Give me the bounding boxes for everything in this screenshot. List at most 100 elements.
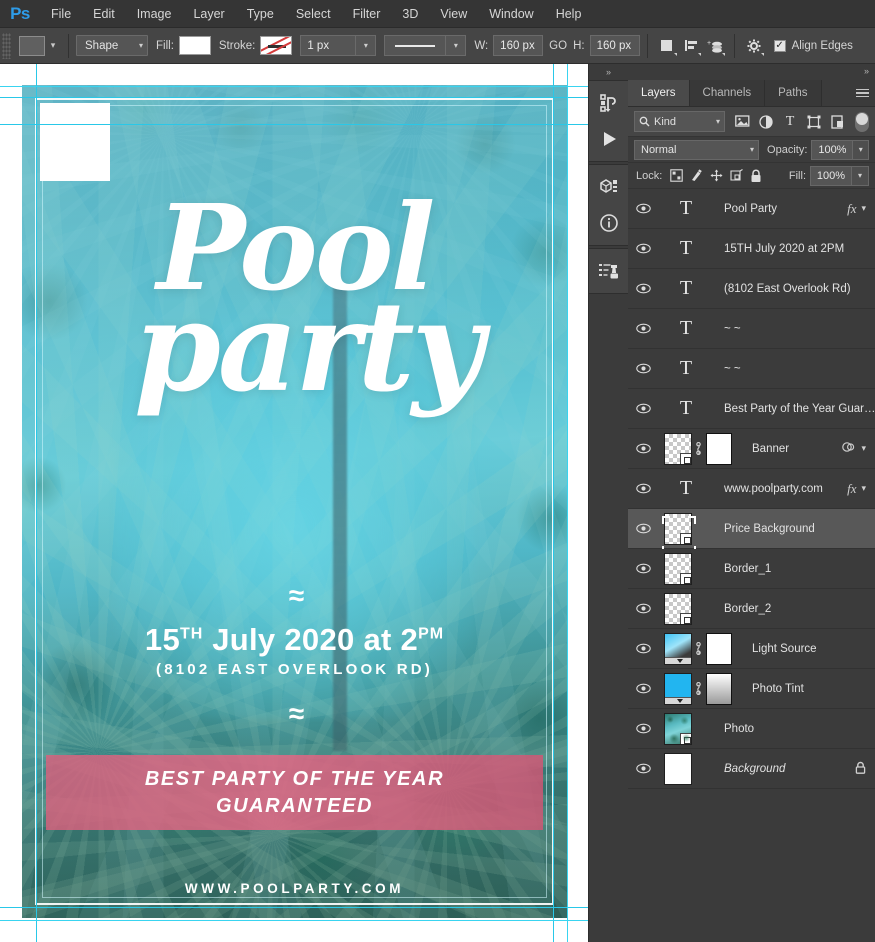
filter-smartobject-icon[interactable]: [827, 111, 849, 133]
menu-edit[interactable]: Edit: [82, 0, 126, 28]
link-icon[interactable]: [692, 442, 704, 455]
table-row[interactable]: Photo: [628, 709, 875, 749]
layer-name[interactable]: Border_2: [714, 603, 875, 615]
layer-mask-thumbnail[interactable]: [706, 432, 732, 465]
lock-image-pixels-icon[interactable]: [690, 169, 703, 182]
layer-thumbnail-group[interactable]: [658, 432, 742, 465]
menu-image[interactable]: Image: [126, 0, 183, 28]
table-row[interactable]: Border_1: [628, 549, 875, 589]
document-canvas[interactable]: Pool party ≈ 15TH July 2020 at 2PM (8102…: [0, 64, 588, 942]
menu-3d[interactable]: 3D: [391, 0, 429, 28]
menu-window[interactable]: Window: [478, 0, 544, 28]
tab-layers[interactable]: Layers: [628, 80, 690, 106]
dock-collapse-icon[interactable]: »: [589, 64, 628, 80]
layer-visibility-toggle[interactable]: [628, 283, 658, 294]
path-arrangement-icon[interactable]: +: [703, 35, 727, 57]
layer-visibility-toggle[interactable]: [628, 483, 658, 494]
align-edges-checkbox[interactable]: ✓ Align Edges: [773, 39, 853, 52]
tab-paths[interactable]: Paths: [765, 80, 822, 106]
layer-name[interactable]: Best Party of the Year Guar…: [714, 403, 875, 415]
solid-color-layer-thumbnail[interactable]: [664, 672, 692, 705]
lock-artboard-icon[interactable]: [730, 169, 744, 182]
guide-horizontal-bottom[interactable]: [0, 907, 588, 908]
menu-type[interactable]: Type: [236, 0, 285, 28]
layer-visibility-toggle[interactable]: [628, 723, 658, 734]
path-alignment-icon[interactable]: [679, 35, 703, 57]
lock-position-icon[interactable]: [710, 169, 723, 182]
tool-preset-chevron-down-icon[interactable]: ▾: [45, 36, 61, 56]
layer-name[interactable]: Border_1: [714, 563, 875, 575]
text-layer-thumbnail[interactable]: T: [658, 237, 714, 260]
opacity-value[interactable]: 100%: [811, 139, 854, 160]
layer-thumbnail-group[interactable]: [658, 512, 714, 554]
layer-name[interactable]: 15TH July 2020 at 2PM: [714, 243, 875, 255]
layer-thumbnail-group[interactable]: [658, 552, 714, 585]
layer-name[interactable]: ~ ~: [714, 363, 875, 375]
stroke-swatch-no-stroke-icon[interactable]: [260, 36, 293, 55]
layer-name[interactable]: Photo Tint: [742, 683, 875, 695]
table-row[interactable]: T Pool Party fx ▾: [628, 189, 875, 229]
layer-visibility-toggle[interactable]: [628, 603, 658, 614]
fill-chevron-down-icon[interactable]: ▾: [852, 165, 869, 186]
text-layer-thumbnail[interactable]: T: [658, 277, 714, 300]
gradient-layer-thumbnail[interactable]: [664, 632, 692, 665]
table-row[interactable]: T www.poolparty.com fx ▾: [628, 469, 875, 509]
link-dimensions-icon[interactable]: GO: [549, 40, 567, 52]
layer-visibility-toggle[interactable]: [628, 363, 658, 374]
layer-mask-thumbnail[interactable]: [706, 632, 732, 665]
shape-layer-thumbnail[interactable]: [664, 432, 692, 465]
fill-value[interactable]: 100%: [810, 165, 852, 186]
layer-name[interactable]: Photo: [714, 723, 875, 735]
flyer-pink-banner[interactable]: BEST PARTY OF THE YEAR GUARANTEED: [46, 755, 543, 830]
price-background-shape[interactable]: [40, 103, 110, 181]
text-layer-thumbnail[interactable]: T: [658, 477, 714, 500]
layer-visibility-toggle[interactable]: [628, 683, 658, 694]
height-input[interactable]: 160 px: [589, 35, 640, 56]
text-layer-thumbnail[interactable]: T: [658, 357, 714, 380]
table-row[interactable]: T ~ ~: [628, 349, 875, 389]
3d-icon[interactable]: [589, 169, 629, 205]
text-layer-thumbnail[interactable]: T: [658, 197, 714, 220]
panel-collapse-icon[interactable]: »: [864, 66, 869, 76]
lock-transparent-pixels-icon[interactable]: [670, 169, 684, 182]
opacity-chevron-down-icon[interactable]: ▾: [853, 139, 869, 160]
table-row[interactable]: Background: [628, 749, 875, 789]
menu-help[interactable]: Help: [545, 0, 593, 28]
smart-object-layer-thumbnail[interactable]: [664, 712, 692, 745]
shape-layer-thumbnail[interactable]: [664, 512, 692, 545]
layer-mask-thumbnail[interactable]: [706, 672, 732, 705]
filter-toggle[interactable]: [855, 111, 869, 132]
menu-view[interactable]: View: [429, 0, 478, 28]
fill-swatch[interactable]: [178, 36, 211, 55]
filter-shape-icon[interactable]: [803, 111, 825, 133]
gear-icon[interactable]: [742, 35, 766, 57]
layer-name[interactable]: www.poolparty.com: [714, 483, 847, 495]
fx-icon[interactable]: fx: [847, 201, 856, 217]
filter-type-icon[interactable]: T: [779, 111, 801, 133]
layer-visibility-toggle[interactable]: [628, 243, 658, 254]
layer-effects-icon[interactable]: [842, 440, 856, 458]
chevron-down-icon[interactable]: ▾: [861, 203, 866, 214]
table-row[interactable]: Border_2: [628, 589, 875, 629]
layer-visibility-toggle[interactable]: [628, 763, 658, 774]
layer-visibility-toggle[interactable]: [628, 323, 658, 334]
table-row[interactable]: T 15TH July 2020 at 2PM: [628, 229, 875, 269]
width-input[interactable]: 160 px: [493, 35, 544, 56]
stroke-width-chevron-down-icon[interactable]: ▾: [356, 35, 377, 56]
layer-thumbnail-group[interactable]: [658, 632, 742, 665]
guide-horizontal-top-inner[interactable]: [0, 124, 588, 125]
tool-preset-swatch[interactable]: [19, 35, 45, 56]
layer-name[interactable]: ~ ~: [714, 323, 875, 335]
layer-visibility-toggle[interactable]: [628, 563, 658, 574]
text-layer-thumbnail[interactable]: T: [658, 317, 714, 340]
menu-select[interactable]: Select: [285, 0, 342, 28]
actions-play-icon[interactable]: [589, 121, 629, 157]
shape-layer-thumbnail[interactable]: [664, 552, 692, 585]
shape-layer-thumbnail[interactable]: [664, 592, 692, 625]
table-row[interactable]: Banner ▾: [628, 429, 875, 469]
stroke-style-chevron-down-icon[interactable]: ▾: [446, 35, 467, 56]
menu-filter[interactable]: Filter: [342, 0, 392, 28]
table-row[interactable]: T Best Party of the Year Guar…: [628, 389, 875, 429]
link-icon[interactable]: [692, 642, 704, 655]
link-icon[interactable]: [692, 682, 704, 695]
